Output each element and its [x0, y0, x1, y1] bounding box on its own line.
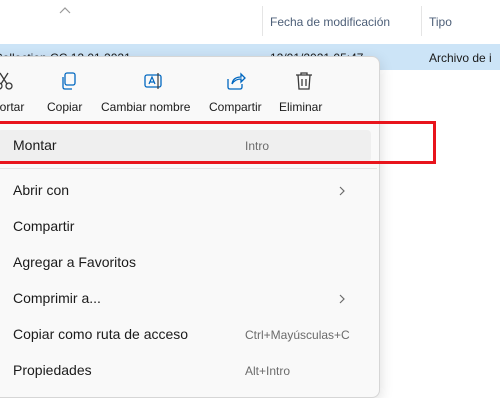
- cut-label: Cortar: [0, 100, 25, 114]
- menu-item-shortcut: Ctrl+Mayúsculas+C: [245, 328, 350, 342]
- menu-item-compress-to[interactable]: Comprimir a...: [0, 283, 371, 315]
- menu-item-properties[interactable]: Propiedades Alt+Intro: [0, 355, 371, 387]
- menu-item-copy-as-path[interactable]: Copiar como ruta de acceso Ctrl+Mayúscul…: [0, 319, 371, 351]
- chevron-right-icon: [337, 185, 347, 197]
- highlight-annotation-box: [0, 121, 436, 164]
- trash-icon: [293, 71, 315, 91]
- menu-item-open-with[interactable]: Abrir con: [0, 175, 371, 207]
- chevron-right-icon: [337, 293, 347, 305]
- share-icon: [225, 71, 247, 91]
- column-divider[interactable]: [262, 6, 263, 36]
- scissors-icon: [0, 71, 15, 91]
- menu-item-add-to-favorites[interactable]: Agregar a Favoritos: [0, 247, 371, 279]
- sort-chevron-up-icon[interactable]: [58, 2, 72, 14]
- menu-item-label: Copiar como ruta de acceso: [13, 326, 189, 342]
- menu-item-share[interactable]: Compartir: [0, 211, 371, 243]
- copy-label: Copiar: [47, 100, 83, 114]
- column-header-type[interactable]: Tipo: [429, 15, 452, 29]
- menu-item-shortcut: Alt+Intro: [245, 364, 291, 378]
- column-header-bar: Fecha de modificación Tipo: [0, 0, 500, 38]
- delete-label: Eliminar: [279, 100, 323, 114]
- column-header-date-modified[interactable]: Fecha de modificación: [270, 15, 390, 29]
- delete-button[interactable]: Eliminar: [279, 71, 331, 121]
- rename-button[interactable]: Cambiar nombre: [101, 71, 209, 121]
- menu-item-label: Abrir con: [13, 182, 70, 198]
- menu-item-label: Compartir: [13, 218, 75, 234]
- cut-button[interactable]: Cortar: [0, 71, 31, 121]
- menu-item-label: Propiedades: [13, 362, 92, 378]
- context-menu: Cortar Copiar Cambiar nombre Compartir E…: [0, 56, 380, 398]
- menu-divider: [0, 168, 377, 169]
- rename-label: Cambiar nombre: [101, 100, 191, 114]
- rename-icon: [143, 71, 165, 91]
- copy-button[interactable]: Copiar: [47, 71, 97, 121]
- menu-item-label: Comprimir a...: [13, 290, 101, 306]
- column-divider[interactable]: [421, 6, 422, 36]
- copy-icon: [58, 71, 80, 91]
- share-button[interactable]: Compartir: [209, 71, 273, 121]
- share-label: Compartir: [209, 100, 262, 114]
- menu-item-label: Agregar a Favoritos: [13, 254, 136, 270]
- file-type: Archivo de i: [429, 51, 492, 65]
